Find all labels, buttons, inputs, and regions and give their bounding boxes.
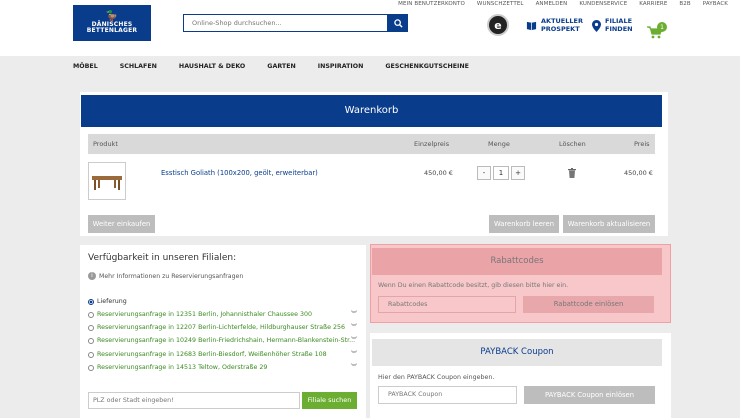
prospekt-link[interactable]: AKTUELLER PROSPEKT	[526, 17, 583, 33]
radio-store-5[interactable]	[88, 364, 94, 371]
option-store-2[interactable]: Reservierungsanfrage in 12207 Berlin-Lic…	[88, 324, 345, 331]
option-store-4[interactable]: Reservierungsanfrage in 12683 Berlin-Bie…	[88, 351, 327, 358]
option-store-3[interactable]: Reservierungsanfrage in 10249 Berlin-Fri…	[88, 337, 355, 344]
continue-shopping-button[interactable]: Weiter einkaufen	[88, 215, 155, 233]
top-link-payback[interactable]: PAYBACK	[703, 0, 728, 9]
payback-submit-button[interactable]: PAYBACK Coupon einlösen	[524, 386, 655, 404]
rabattcode-hint: Wenn Du einen Rabattcode besitzt, gib di…	[378, 282, 569, 289]
line-total-price: 450,00 €	[624, 169, 653, 177]
reservation-info-text: Mehr Informationen zu Reservierungsanfra…	[99, 272, 244, 280]
rabattcode-submit-button[interactable]: Rabattcode einlösen	[523, 296, 654, 313]
nav-item-inspiration[interactable]: INSPIRATION	[318, 56, 364, 78]
radio-store-1[interactable]	[88, 311, 94, 318]
payback-hint: Hier den PAYBACK Coupon eingeben.	[378, 374, 495, 381]
cart-count-badge: 1	[657, 22, 667, 32]
top-link-b2b[interactable]: B2B	[679, 0, 690, 9]
qty-minus-button[interactable]: -	[477, 166, 491, 180]
option-lieferung[interactable]: Lieferung	[88, 298, 127, 305]
option-label: Reservierungsanfrage in 14513 Teltow, Od…	[97, 364, 268, 371]
empty-cart-button[interactable]: Warenkorb leeren	[489, 215, 559, 233]
option-label: Reservierungsanfrage in 12207 Berlin-Lic…	[97, 324, 346, 331]
duck-logo-icon: 🦆	[105, 10, 119, 22]
availability-title: Verfügbarkeit in unseren Filialen:	[88, 253, 237, 263]
top-link-login[interactable]: ANMELDEN	[536, 0, 568, 9]
payback-title: PAYBACK Coupon	[372, 339, 662, 366]
brochure-icon	[526, 21, 537, 31]
top-link-account[interactable]: MEIN BENUTZERKONTO	[398, 0, 465, 9]
filiale-line2: FINDEN	[605, 24, 633, 33]
chevron-down-icon[interactable]: ︾	[351, 362, 357, 371]
col-einzelpreis: Einzelpreis	[414, 140, 450, 148]
col-preis: Preis	[634, 140, 650, 148]
trash-icon[interactable]	[568, 168, 576, 178]
product-name-link[interactable]: Esstisch Goliath (100x200, geölt, erweit…	[161, 169, 318, 177]
logo-text-line2: BETTENLAGER	[86, 27, 138, 34]
chevron-down-icon[interactable]: ︾	[351, 349, 357, 358]
chevron-down-icon[interactable]: ︾	[351, 322, 357, 331]
rabattcode-input[interactable]: Rabattcodes	[378, 296, 516, 313]
site-logo[interactable]: 🦆 DÄNISCHES BETTENLAGER	[73, 5, 151, 41]
filiale-finden-link[interactable]: FILIALE FINDEN	[592, 17, 633, 33]
update-cart-button[interactable]: Warenkorb aktualisieren	[563, 215, 655, 233]
search-button[interactable]	[388, 14, 408, 32]
plz-city-input[interactable]: PLZ oder Stadt eingeben!	[88, 392, 300, 409]
option-label: Reservierungsanfrage in 12683 Berlin-Bie…	[97, 351, 327, 358]
cart-title: Warenkorb	[81, 95, 662, 127]
trusted-shops-badge[interactable]: e	[487, 14, 509, 36]
radio-store-4[interactable]	[88, 351, 94, 358]
qty-plus-button[interactable]: +	[511, 166, 525, 180]
cart-table-header: Produkt Einzelpreis Menge Löschen Preis	[88, 134, 655, 154]
nav-item-garten[interactable]: GARTEN	[267, 56, 295, 78]
col-loeschen: Löschen	[559, 140, 586, 148]
qty-input[interactable]: 1	[493, 166, 509, 180]
product-image[interactable]	[88, 162, 126, 200]
col-produkt: Produkt	[93, 140, 118, 148]
table-product-icon	[92, 176, 122, 190]
option-store-5[interactable]: Reservierungsanfrage in 14513 Teltow, Od…	[88, 364, 267, 371]
search-input[interactable]	[183, 14, 388, 32]
top-link-service[interactable]: KUNDENSERVICE	[579, 0, 627, 9]
map-pin-icon	[592, 19, 601, 32]
find-store-button[interactable]: Filiale suchen	[302, 392, 357, 409]
unit-price: 450,00 €	[424, 169, 453, 177]
info-icon: i	[88, 272, 96, 280]
reservation-info-link[interactable]: i Mehr Informationen zu Reservierungsanf…	[88, 272, 243, 280]
radio-lieferung[interactable]	[88, 298, 94, 305]
search-icon	[393, 18, 403, 28]
top-links: MEIN BENUTZERKONTO WUNSCHZETTEL ANMELDEN…	[398, 0, 728, 9]
option-label: Reservierungsanfrage in 10249 Berlin-Fri…	[97, 337, 356, 344]
option-store-1[interactable]: Reservierungsanfrage in 12351 Berlin, Jo…	[88, 311, 312, 318]
col-menge: Menge	[488, 140, 510, 148]
nav-item-haushalt[interactable]: HAUSHALT & DEKO	[179, 56, 245, 78]
option-label: Reservierungsanfrage in 12351 Berlin, Jo…	[97, 311, 313, 318]
top-link-career[interactable]: KARRIERE	[639, 0, 667, 9]
top-link-wishlist[interactable]: WUNSCHZETTEL	[477, 0, 524, 9]
nav-item-schlafen[interactable]: SCHLAFEN	[120, 56, 157, 78]
rabattcode-title: Rabattcodes	[372, 248, 662, 275]
main-navigation: MÖBEL SCHLAFEN HAUSHALT & DEKO GARTEN IN…	[0, 56, 740, 78]
nav-item-geschenkgutscheine[interactable]: GESCHENKGUTSCHEINE	[385, 56, 469, 78]
radio-store-3[interactable]	[88, 337, 94, 344]
option-label: Lieferung	[97, 298, 127, 305]
nav-item-moebel[interactable]: MÖBEL	[73, 56, 98, 78]
chevron-down-icon[interactable]: ︾	[351, 335, 357, 344]
payback-coupon-input[interactable]: PAYBACK Coupon	[378, 386, 517, 404]
chevron-down-icon[interactable]: ︾	[351, 309, 357, 318]
prospekt-line2: PROSPEKT	[541, 24, 580, 33]
radio-store-2[interactable]	[88, 324, 94, 331]
